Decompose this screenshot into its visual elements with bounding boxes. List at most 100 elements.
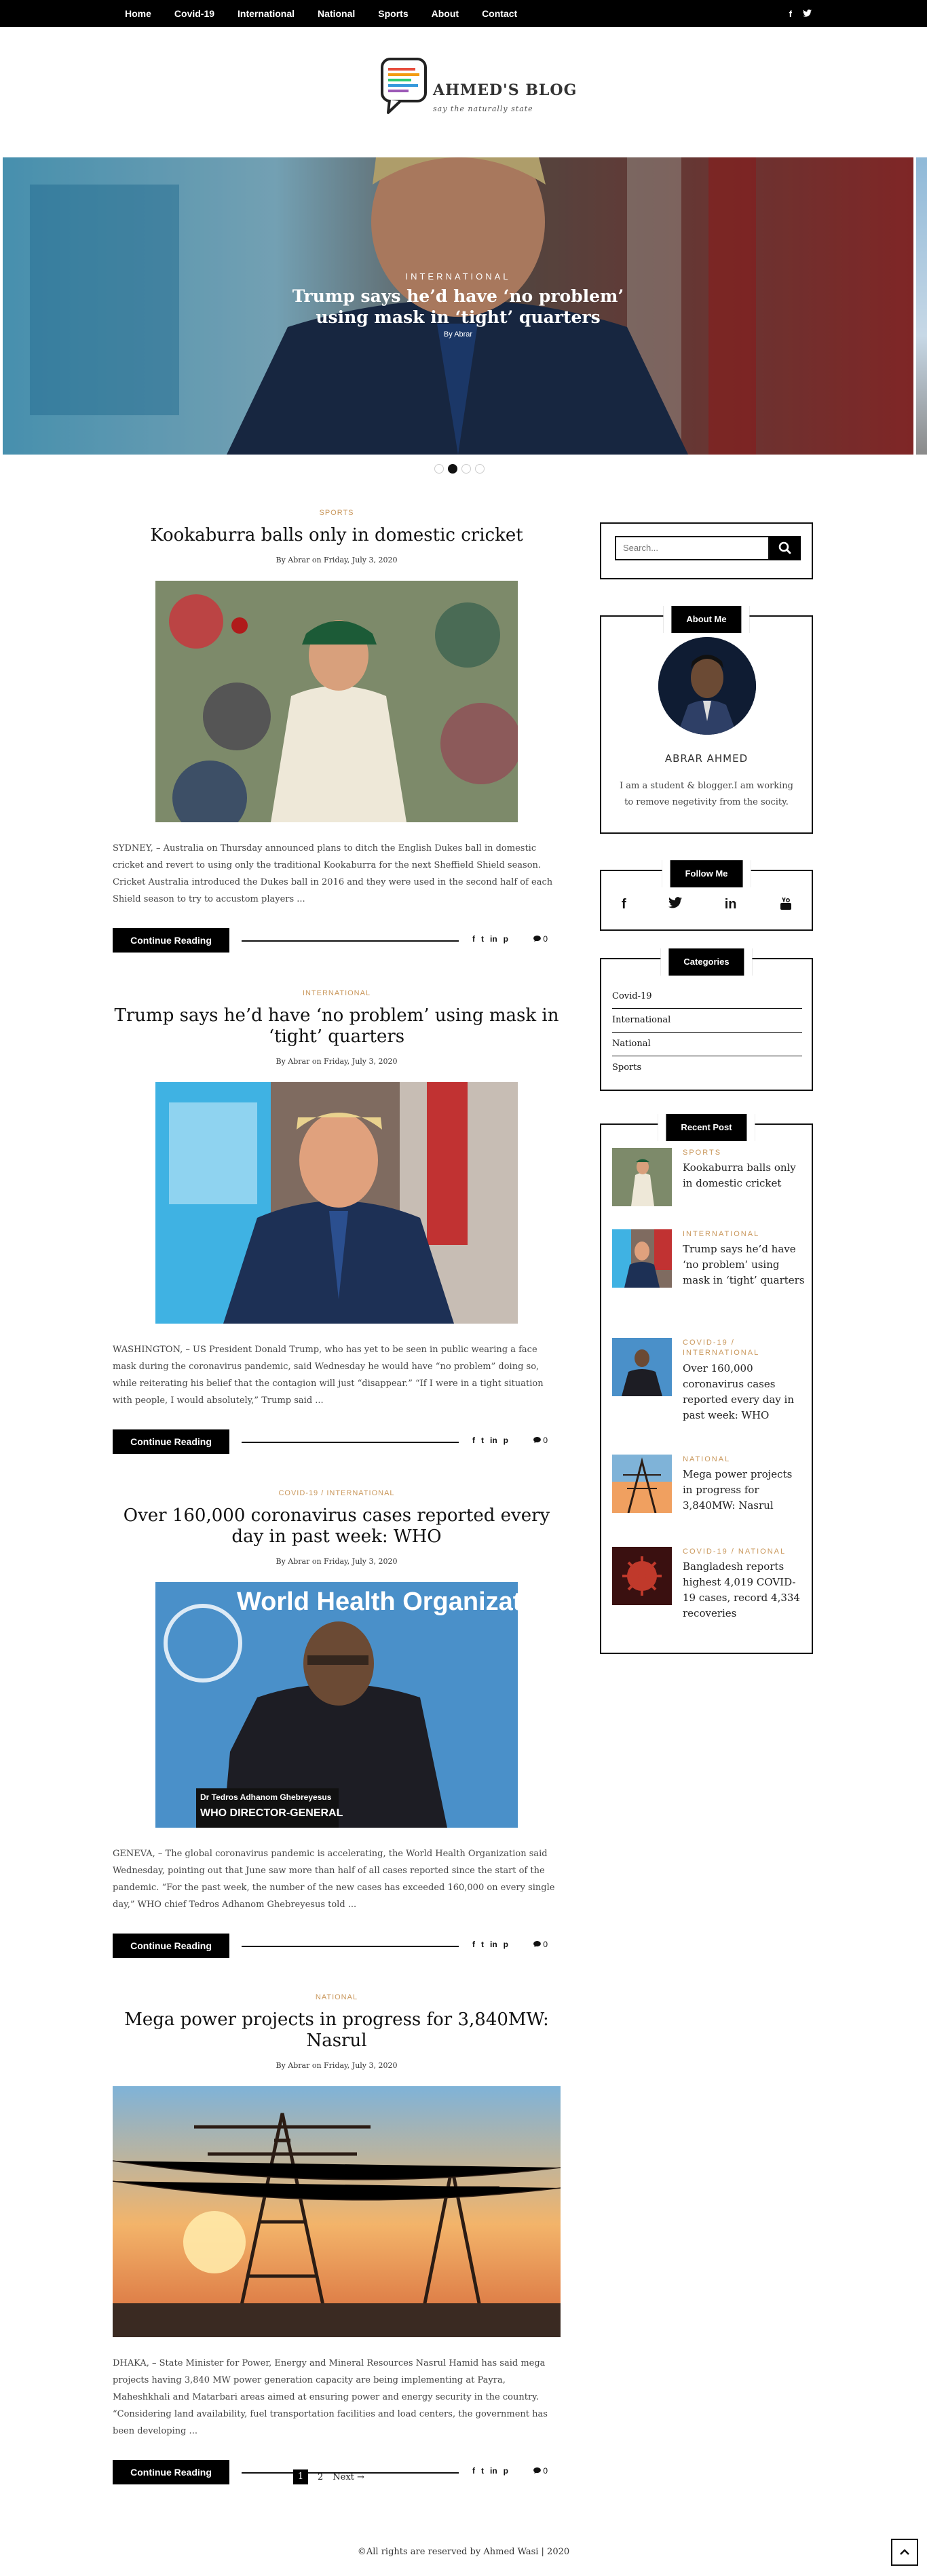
category-link[interactable]: International — [612, 1009, 802, 1033]
recent-post-item[interactable]: INTERNATIONAL Trump says he’d have ‘no p… — [612, 1229, 809, 1290]
pinterest-share-icon[interactable]: p — [504, 1436, 508, 1445]
nav-international[interactable]: International — [238, 8, 295, 19]
recent-post-item[interactable]: SPORTS Kookaburra balls only in domestic… — [612, 1148, 809, 1209]
twitter-share-icon[interactable]: t — [481, 2466, 484, 2476]
facebook-icon[interactable]: f — [789, 9, 792, 19]
facebook-share-icon[interactable]: f — [472, 1940, 475, 1949]
linkedin-share-icon[interactable]: in — [490, 1436, 497, 1445]
slide-category[interactable]: INTERNATIONAL — [3, 271, 913, 282]
post-footer: Continue Reading f t in p 0 — [113, 1934, 561, 1958]
post-image[interactable]: World Health Organization Dr Tedros Adha… — [155, 1582, 518, 1828]
speech-bubble-logo-icon — [381, 58, 427, 114]
twitter-share-icon[interactable]: t — [481, 1436, 484, 1445]
slide-title[interactable]: Trump says he’d have ‘no problem’ using … — [3, 286, 913, 328]
post-title[interactable]: Kookaburra balls only in domestic cricke… — [113, 525, 561, 546]
comment-count[interactable]: 0 — [533, 2466, 548, 2476]
comment-icon — [533, 936, 541, 942]
recent-post-title[interactable]: Mega power projects in progress for 3,84… — [683, 1467, 805, 1514]
post-image[interactable] — [155, 581, 518, 822]
nav-about[interactable]: About — [432, 8, 459, 19]
facebook-share-icon[interactable]: f — [472, 2466, 475, 2476]
nav-national[interactable]: National — [318, 8, 355, 19]
recent-post-item[interactable]: COVID-19 / INTERNATIONAL Over 160,000 co… — [612, 1338, 809, 1421]
nav-covid-19[interactable]: Covid-19 — [174, 8, 214, 19]
youtube-icon[interactable] — [779, 897, 793, 915]
recent-posts-widget: Recent Post SPORTS Kookaburra balls only… — [600, 1114, 813, 1654]
nav-home[interactable]: Home — [125, 8, 151, 19]
twitter-share-icon[interactable]: t — [481, 934, 484, 944]
slide-next-preview[interactable] — [916, 157, 927, 455]
comment-count[interactable]: 0 — [533, 1436, 548, 1445]
search-input[interactable]: Search... — [615, 536, 770, 560]
post-category[interactable]: NATIONAL — [113, 1993, 561, 2001]
continue-reading-button[interactable]: Continue Reading — [113, 1429, 229, 1454]
twitter-share-icon[interactable]: t — [481, 1940, 484, 1949]
recent-post-title[interactable]: Trump says he’d have ‘no problem’ using … — [683, 1242, 805, 1288]
linkedin-icon[interactable]: in — [725, 897, 737, 915]
search-button[interactable] — [770, 536, 801, 560]
recent-post-category[interactable]: INTERNATIONAL — [683, 1229, 798, 1239]
featured-slider: INTERNATIONAL Trump says he’d have ‘no p… — [0, 157, 927, 455]
nav-sports[interactable]: Sports — [378, 8, 408, 19]
facebook-share-icon[interactable]: f — [472, 934, 475, 944]
comment-count-value: 0 — [543, 2466, 548, 2476]
category-link[interactable]: National — [612, 1033, 802, 1056]
post-title[interactable]: Over 160,000 coronavirus cases reported … — [113, 1505, 561, 1547]
category-link[interactable]: Covid-19 — [612, 985, 802, 1009]
linkedin-share-icon[interactable]: in — [490, 934, 497, 944]
post-excerpt: WASHINGTON, – US President Donald Trump,… — [113, 1345, 544, 1406]
recent-post-title[interactable]: Over 160,000 coronavirus cases reported … — [683, 1361, 805, 1423]
continue-reading-button[interactable]: Continue Reading — [113, 2460, 229, 2484]
page-2-link[interactable]: 2 — [318, 2472, 323, 2482]
recent-post-title[interactable]: Kookaburra balls only in domestic cricke… — [683, 1160, 805, 1191]
post-category[interactable]: COVID-19 / INTERNATIONAL — [113, 1489, 561, 1497]
post-image[interactable] — [113, 2086, 561, 2337]
post-category[interactable]: SPORTS — [113, 509, 561, 517]
recent-post-category[interactable]: NATIONAL — [683, 1455, 798, 1465]
recent-post-thumbnail[interactable] — [612, 1547, 672, 1605]
post-footer: Continue Reading f t in p 0 — [113, 1429, 561, 1454]
recent-post-category[interactable]: COVID-19 / NATIONAL — [683, 1547, 798, 1557]
site-logo[interactable]: AHMED'S BLOG say the naturally state — [380, 57, 576, 128]
recent-post-thumbnail[interactable] — [612, 1338, 672, 1396]
image-banner-text: World Health Organization — [237, 1588, 518, 1616]
share-icons: f t in p — [472, 934, 508, 944]
facebook-icon[interactable]: f — [622, 897, 626, 915]
slide-trump[interactable]: INTERNATIONAL Trump says he’d have ‘no p… — [3, 157, 913, 455]
recent-post-thumbnail[interactable] — [612, 1229, 672, 1288]
slider-dot[interactable] — [434, 464, 444, 474]
recent-post-thumbnail[interactable] — [612, 1455, 672, 1513]
follow-widget: Follow Me f in — [600, 860, 813, 931]
recent-post-thumbnail[interactable] — [612, 1148, 672, 1206]
pinterest-share-icon[interactable]: p — [504, 1940, 508, 1949]
continue-reading-button[interactable]: Continue Reading — [113, 1934, 229, 1958]
post-card: SPORTS Kookaburra balls only in domestic… — [113, 509, 561, 953]
recent-post-category[interactable]: SPORTS — [683, 1148, 798, 1158]
twitter-icon[interactable] — [668, 897, 683, 915]
post-title[interactable]: Trump says he’d have ‘no problem’ using … — [113, 1005, 561, 1047]
nav-contact[interactable]: Contact — [482, 8, 517, 19]
slider-dot[interactable] — [461, 464, 471, 474]
page-1-current[interactable]: 1 — [293, 2469, 308, 2484]
slider-dot-active[interactable] — [448, 464, 457, 474]
post-title[interactable]: Mega power projects in progress for 3,84… — [113, 2010, 561, 2052]
post-image[interactable] — [155, 1082, 518, 1324]
facebook-share-icon[interactable]: f — [472, 1436, 475, 1445]
comment-count[interactable]: 0 — [533, 1940, 548, 1949]
recent-post-category[interactable]: COVID-19 / INTERNATIONAL — [683, 1338, 798, 1358]
pinterest-share-icon[interactable]: p — [504, 934, 508, 944]
continue-reading-button[interactable]: Continue Reading — [113, 928, 229, 953]
next-page-link[interactable]: Next → — [333, 2472, 364, 2482]
recent-post-title[interactable]: Bangladesh reports highest 4,019 COVID-1… — [683, 1559, 805, 1621]
comment-count[interactable]: 0 — [533, 934, 548, 944]
twitter-icon[interactable] — [803, 9, 812, 19]
recent-post-item[interactable]: NATIONAL Mega power projects in progress… — [612, 1455, 809, 1516]
category-link[interactable]: Sports — [612, 1056, 802, 1080]
linkedin-share-icon[interactable]: in — [490, 1940, 497, 1949]
slider-dot[interactable] — [475, 464, 485, 474]
pinterest-share-icon[interactable]: p — [504, 2466, 508, 2476]
recent-post-item[interactable]: COVID-19 / NATIONAL Bangladesh reports h… — [612, 1547, 809, 1619]
linkedin-share-icon[interactable]: in — [490, 2466, 497, 2476]
post-category[interactable]: INTERNATIONAL — [113, 989, 561, 997]
back-to-top-button[interactable] — [891, 2539, 918, 2566]
